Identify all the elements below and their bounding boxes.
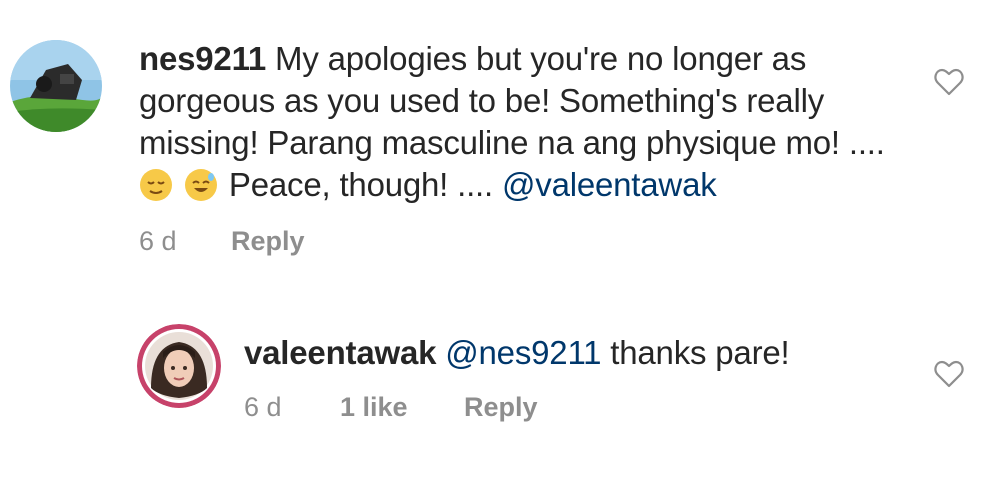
comment-timestamp[interactable]: 6 d	[139, 226, 231, 257]
heart-icon[interactable]	[934, 360, 964, 388]
comment-username[interactable]: nes9211	[139, 40, 266, 77]
comment-body: valeentawak @nes9211 thanks pare!	[244, 332, 904, 374]
avatar[interactable]	[137, 324, 221, 408]
grinning-sweat-emoji-icon	[184, 168, 218, 202]
comment-valeentawak: valeentawak @nes9211 thanks pare! 6 d1 l…	[0, 290, 1000, 494]
comment-text-continued: Peace, though! ....	[219, 166, 502, 203]
comment-text: thanks pare!	[601, 334, 790, 371]
comment-body: nes9211 My apologies but you're no longe…	[139, 38, 919, 206]
comment-meta: 6 d1 like Reply	[244, 392, 538, 423]
avatar-portrait-image	[137, 324, 221, 408]
comment-username[interactable]: valeentawak	[244, 334, 436, 371]
mention-link[interactable]: @valeentawak	[502, 166, 717, 203]
heart-icon[interactable]	[934, 68, 964, 96]
avatar[interactable]	[10, 40, 102, 132]
comment-meta: 6 d Reply	[139, 226, 305, 257]
comment-timestamp[interactable]: 6 d	[244, 392, 340, 423]
reply-button[interactable]: Reply	[464, 392, 538, 423]
comment-nes9211: nes9211 My apologies but you're no longe…	[0, 0, 1000, 290]
mention-link[interactable]: @nes9211	[445, 334, 601, 371]
relieved-face-emoji-icon	[139, 168, 173, 202]
reply-button[interactable]: Reply	[231, 226, 305, 257]
likes-count-button[interactable]: 1 like	[340, 392, 464, 423]
avatar-landscape-image	[10, 40, 102, 132]
